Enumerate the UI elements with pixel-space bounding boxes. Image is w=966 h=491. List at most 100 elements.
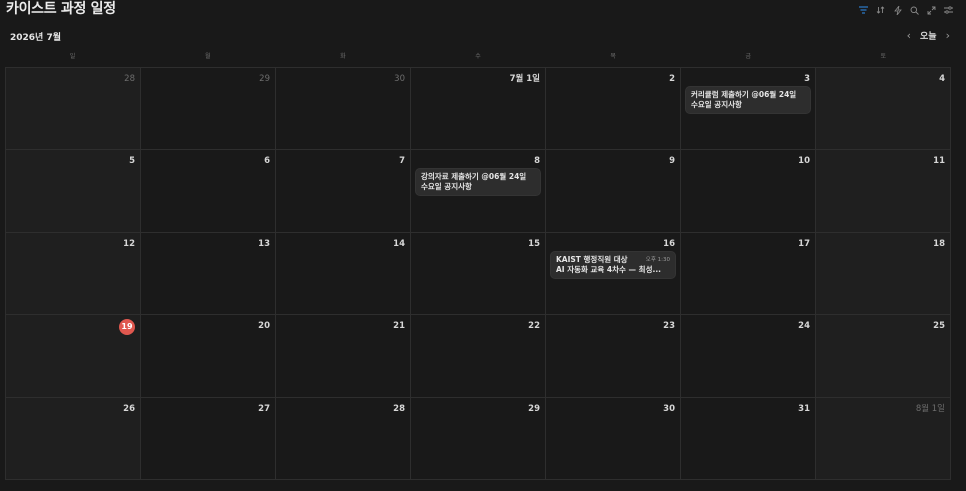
calendar-day-cell[interactable]: 30 (276, 68, 411, 151)
weekday-label: 금 (745, 53, 752, 60)
day-number: 9 (669, 156, 675, 167)
event-card[interactable]: 강의자료 제출하기 @06월 24일 수요일 공지사항 (416, 169, 540, 196)
day-number: 14 (393, 238, 405, 249)
calendar-day-cell[interactable]: 6 (141, 150, 276, 233)
day-number: 10 (798, 156, 810, 167)
day-number: 27 (258, 403, 270, 414)
prev-month-button[interactable]: ‹ (907, 29, 911, 42)
calendar-grid: 28 29 30 7월 1일 2 3 커리큘럼 제출하기 @06월 24일 수요일 공지사항… (5, 67, 951, 480)
calendar-day-cell[interactable]: 23 (546, 315, 681, 398)
sort-icon[interactable] (873, 3, 888, 17)
calendar-day-cell[interactable]: 7 (276, 150, 411, 233)
calendar-day-cell[interactable]: 7월 1일 (411, 68, 546, 151)
day-number: 4 (939, 74, 945, 84)
weekday-label: 월 (204, 53, 211, 60)
day-number: 30 (394, 74, 405, 84)
weekday-label: 일 (69, 53, 76, 60)
day-number: 20 (258, 321, 270, 332)
calendar-day-cell[interactable]: 28 (276, 397, 411, 480)
day-number: 29 (528, 403, 540, 414)
calendar-day-cell[interactable]: 8 강의자료 제출하기 @06월 24일 수요일 공지사항 (411, 150, 546, 233)
day-number: 22 (528, 321, 540, 332)
day-number: 18 (933, 238, 945, 249)
calendar-day-cell[interactable]: 9 (546, 150, 681, 233)
event-title: 강의자료 제출하기 @06월 24일 수요일 공지사항 (421, 172, 527, 192)
day-number: 25 (933, 321, 945, 332)
weekday-label: 수 (475, 53, 481, 60)
lightning-icon[interactable] (890, 3, 905, 17)
calendar-day-cell[interactable]: 29 (411, 397, 546, 480)
event-card[interactable]: 오후 1:30 KAIST 행정직원 대상 AI 자동화 교육 4차수 — 최성..… (551, 251, 675, 278)
calendar-nav: ‹ 오늘 › (907, 29, 950, 42)
calendar-day-cell[interactable]: 4 (816, 68, 951, 151)
calendar-day-cell[interactable]: 22 (411, 315, 546, 398)
calendar-day-cell[interactable]: 2 (546, 68, 681, 151)
calendar-day-cell[interactable]: 10 (681, 150, 816, 233)
day-number: 8 (534, 156, 540, 167)
calendar-day-cell[interactable]: 28 (6, 68, 141, 151)
calendar-day-cell[interactable]: 24 (681, 315, 816, 398)
calendar-day-cell[interactable]: 27 (141, 397, 276, 480)
day-number: 3 (804, 74, 810, 84)
calendar-day-cell[interactable]: 14 (276, 232, 411, 316)
calendar-day-cell[interactable]: 20 (141, 315, 276, 398)
weekday-label: 화 (340, 53, 346, 60)
day-number: 26 (123, 403, 135, 414)
calendar-day-cell[interactable]: 12 (6, 232, 141, 316)
search-icon[interactable] (907, 3, 922, 17)
settings-icon[interactable] (941, 3, 956, 17)
calendar-day-cell[interactable]: 11 (816, 150, 951, 233)
day-number: 28 (124, 74, 135, 84)
page-title: 카이스트 과정 일정 (6, 1, 116, 17)
day-number: 7 (399, 156, 405, 167)
expand-icon[interactable] (924, 3, 939, 17)
calendar-day-cell[interactable]: 19 (6, 315, 141, 398)
calendar-day-cell[interactable]: 31 (681, 397, 816, 480)
calendar-day-cell[interactable]: 21 (276, 315, 411, 398)
day-number: 29 (259, 74, 270, 84)
weekday-header: 일 월 화 수 목 금 토 (5, 51, 951, 63)
calendar-day-cell[interactable]: 29 (141, 68, 276, 151)
calendar-day-cell[interactable]: 26 (6, 397, 141, 480)
day-number: 13 (258, 238, 270, 249)
calendar-day-cell[interactable]: 18 (816, 232, 951, 316)
day-number: 5 (129, 156, 135, 167)
event-card[interactable]: 커리큘럼 제출하기 @06월 24일 수요일 공지사항 (686, 87, 810, 113)
calendar-day-cell[interactable]: 15 (411, 232, 546, 316)
next-month-button[interactable]: › (946, 29, 950, 42)
day-number: 21 (393, 321, 405, 332)
calendar-day-cell[interactable]: 3 커리큘럼 제출하기 @06월 24일 수요일 공지사항 (681, 68, 816, 151)
calendar-day-cell[interactable]: 13 (141, 232, 276, 316)
day-number: 11 (933, 156, 945, 167)
day-number: 7월 1일 (509, 74, 540, 84)
month-label: 2026년 7월 (10, 33, 62, 43)
calendar-day-cell[interactable]: 17 (681, 232, 816, 316)
day-number: 2 (669, 74, 675, 84)
calendar-day-cell[interactable]: 30 (546, 397, 681, 480)
today-badge: 19 (119, 319, 135, 336)
toolbar (854, 3, 956, 17)
calendar-day-cell[interactable]: 25 (816, 315, 951, 398)
event-title-line2: AI 자동화 교육 4차수 — 최성... (556, 264, 662, 274)
calendar-day-cell[interactable]: 16 오후 1:30 KAIST 행정직원 대상 AI 자동화 교육 4차수 — 최성… (546, 232, 681, 316)
event-time: 오후 1:30 (645, 256, 670, 263)
calendar-day-cell[interactable]: 8월 1일 (816, 397, 951, 480)
day-number: 16 (663, 238, 675, 249)
day-number: 8월 1일 (915, 403, 945, 414)
day-number: 17 (798, 238, 810, 249)
weekday-label: 목 (610, 53, 616, 60)
day-number: 23 (663, 321, 675, 332)
day-number: 24 (798, 321, 810, 332)
day-number: 28 (393, 403, 405, 414)
day-number: 31 (798, 403, 810, 414)
day-number: 15 (528, 238, 540, 249)
today-button[interactable]: 오늘 (920, 29, 937, 42)
day-number: 12 (123, 238, 135, 249)
filter-icon[interactable] (856, 3, 871, 17)
today-day-number: 19 (11, 319, 135, 336)
event-title: 커리큘럼 제출하기 @06월 24일 수요일 공지사항 (691, 90, 797, 109)
day-number: 30 (663, 403, 675, 414)
weekday-label: 토 (880, 53, 887, 60)
calendar-day-cell[interactable]: 5 (6, 150, 141, 233)
day-number: 6 (264, 156, 270, 167)
